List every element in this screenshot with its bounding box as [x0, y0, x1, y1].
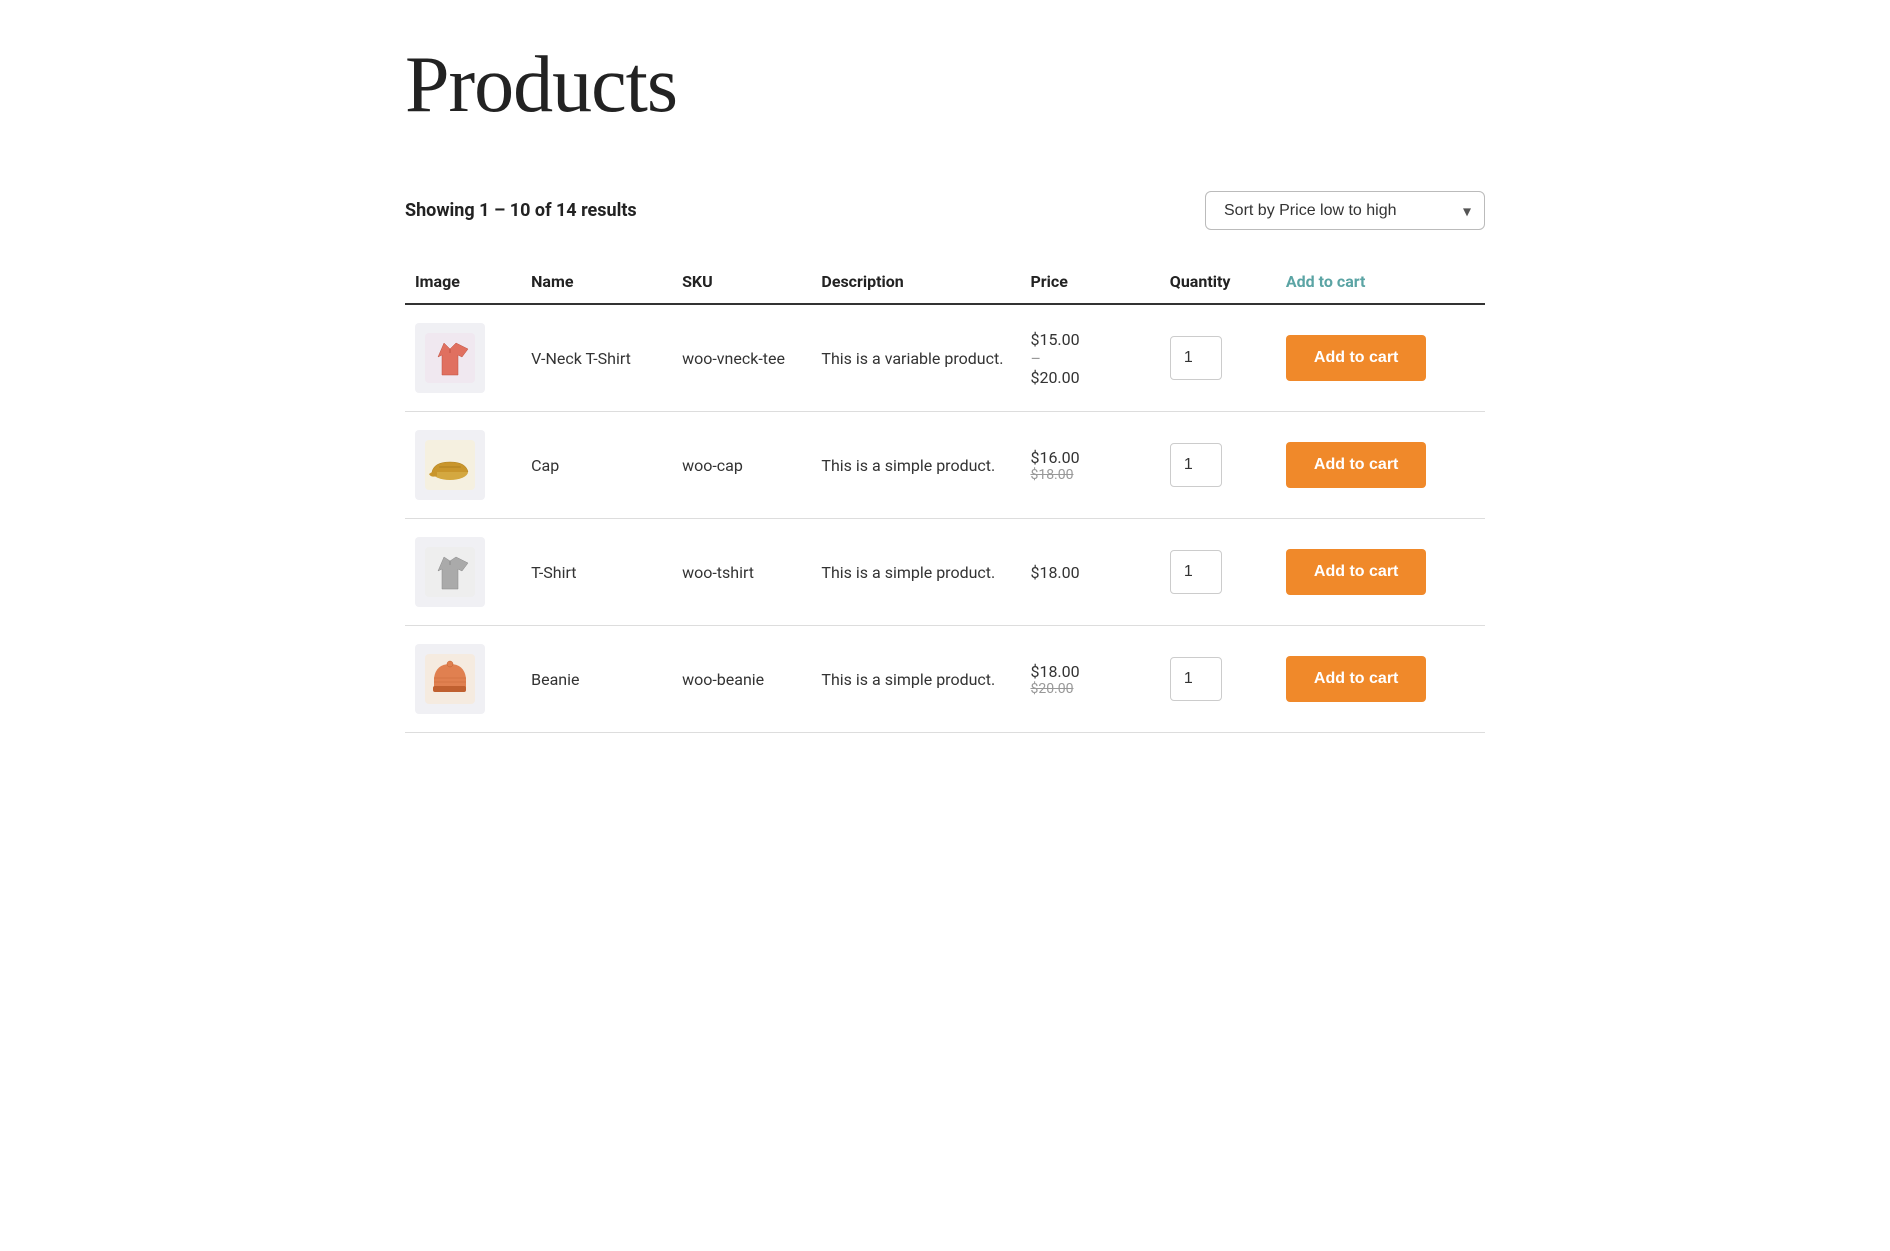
sort-select[interactable]: Sort by Price low to highSort by Price h…: [1205, 191, 1485, 230]
product-image: [415, 537, 485, 607]
product-price-cell: $16.00$18.00: [1020, 412, 1159, 519]
product-sku: woo-beanie: [672, 626, 811, 733]
product-name: T-Shirt: [521, 519, 672, 626]
product-qty-cell: [1160, 304, 1276, 412]
product-price-current: $18.00: [1030, 563, 1149, 582]
results-count: Showing 1 – 10 of 14 results: [405, 200, 637, 221]
price-range-sep: –: [1030, 349, 1041, 368]
product-qty-cell: [1160, 626, 1276, 733]
product-sku: woo-tshirt: [672, 519, 811, 626]
product-price-cell: $18.00$20.00: [1020, 626, 1159, 733]
product-description: This is a simple product.: [811, 519, 1020, 626]
product-sku: woo-vneck-tee: [672, 304, 811, 412]
add-to-cart-button[interactable]: Add to cart: [1286, 656, 1426, 702]
price-range-low: $15.00: [1030, 330, 1079, 349]
product-price-range: $15.00–$20.00: [1030, 330, 1149, 387]
product-image: [415, 644, 485, 714]
table-row: T-Shirtwoo-tshirtThis is a simple produc…: [405, 519, 1485, 626]
quantity-input[interactable]: [1170, 657, 1222, 701]
product-qty-cell: [1160, 519, 1276, 626]
table-row: Beaniewoo-beanieThis is a simple product…: [405, 626, 1485, 733]
products-tbody: V-Neck T-Shirtwoo-vneck-teeThis is a var…: [405, 304, 1485, 733]
page-title: Products: [405, 40, 1485, 131]
product-description: This is a simple product.: [811, 626, 1020, 733]
col-header-image: Image: [405, 260, 521, 304]
sort-wrapper: Sort by Price low to highSort by Price h…: [1205, 191, 1485, 230]
product-image-cell: [405, 412, 521, 519]
add-to-cart-cell: Add to cart: [1276, 626, 1485, 733]
product-image: [415, 323, 485, 393]
col-header-description: Description: [811, 260, 1020, 304]
product-sku: woo-cap: [672, 412, 811, 519]
add-to-cart-button[interactable]: Add to cart: [1286, 335, 1426, 381]
table-header: Image Name SKU Description Price Quantit…: [405, 260, 1485, 304]
product-image-cell: [405, 626, 521, 733]
col-header-name: Name: [521, 260, 672, 304]
toolbar: Showing 1 – 10 of 14 results Sort by Pri…: [405, 191, 1485, 230]
product-description: This is a simple product.: [811, 412, 1020, 519]
product-price-current: $16.00: [1030, 448, 1149, 467]
product-price-cell: $18.00: [1020, 519, 1159, 626]
add-to-cart-cell: Add to cart: [1276, 304, 1485, 412]
product-image-cell: [405, 304, 521, 412]
header-row: Image Name SKU Description Price Quantit…: [405, 260, 1485, 304]
add-to-cart-button[interactable]: Add to cart: [1286, 442, 1426, 488]
product-name: Cap: [521, 412, 672, 519]
table-row: V-Neck T-Shirtwoo-vneck-teeThis is a var…: [405, 304, 1485, 412]
col-header-price: Price: [1020, 260, 1159, 304]
product-name: Beanie: [521, 626, 672, 733]
product-description: This is a variable product.: [811, 304, 1020, 412]
product-price-cell: $15.00–$20.00: [1020, 304, 1159, 412]
product-image: [415, 430, 485, 500]
col-header-add-to-cart: Add to cart: [1276, 260, 1485, 304]
quantity-input[interactable]: [1170, 550, 1222, 594]
product-name: V-Neck T-Shirt: [521, 304, 672, 412]
add-to-cart-cell: Add to cart: [1276, 519, 1485, 626]
price-range-high: $20.00: [1030, 368, 1079, 387]
product-image-cell: [405, 519, 521, 626]
product-price-original: $20.00: [1030, 681, 1149, 697]
product-price-current: $18.00: [1030, 662, 1149, 681]
product-price-original: $18.00: [1030, 467, 1149, 483]
add-to-cart-cell: Add to cart: [1276, 412, 1485, 519]
col-header-sku: SKU: [672, 260, 811, 304]
products-table: Image Name SKU Description Price Quantit…: [405, 260, 1485, 733]
table-row: Capwoo-capThis is a simple product.$16.0…: [405, 412, 1485, 519]
product-qty-cell: [1160, 412, 1276, 519]
col-header-quantity: Quantity: [1160, 260, 1276, 304]
page-wrapper: Products Showing 1 – 10 of 14 results So…: [345, 0, 1545, 773]
quantity-input[interactable]: [1170, 336, 1222, 380]
quantity-input[interactable]: [1170, 443, 1222, 487]
add-to-cart-button[interactable]: Add to cart: [1286, 549, 1426, 595]
